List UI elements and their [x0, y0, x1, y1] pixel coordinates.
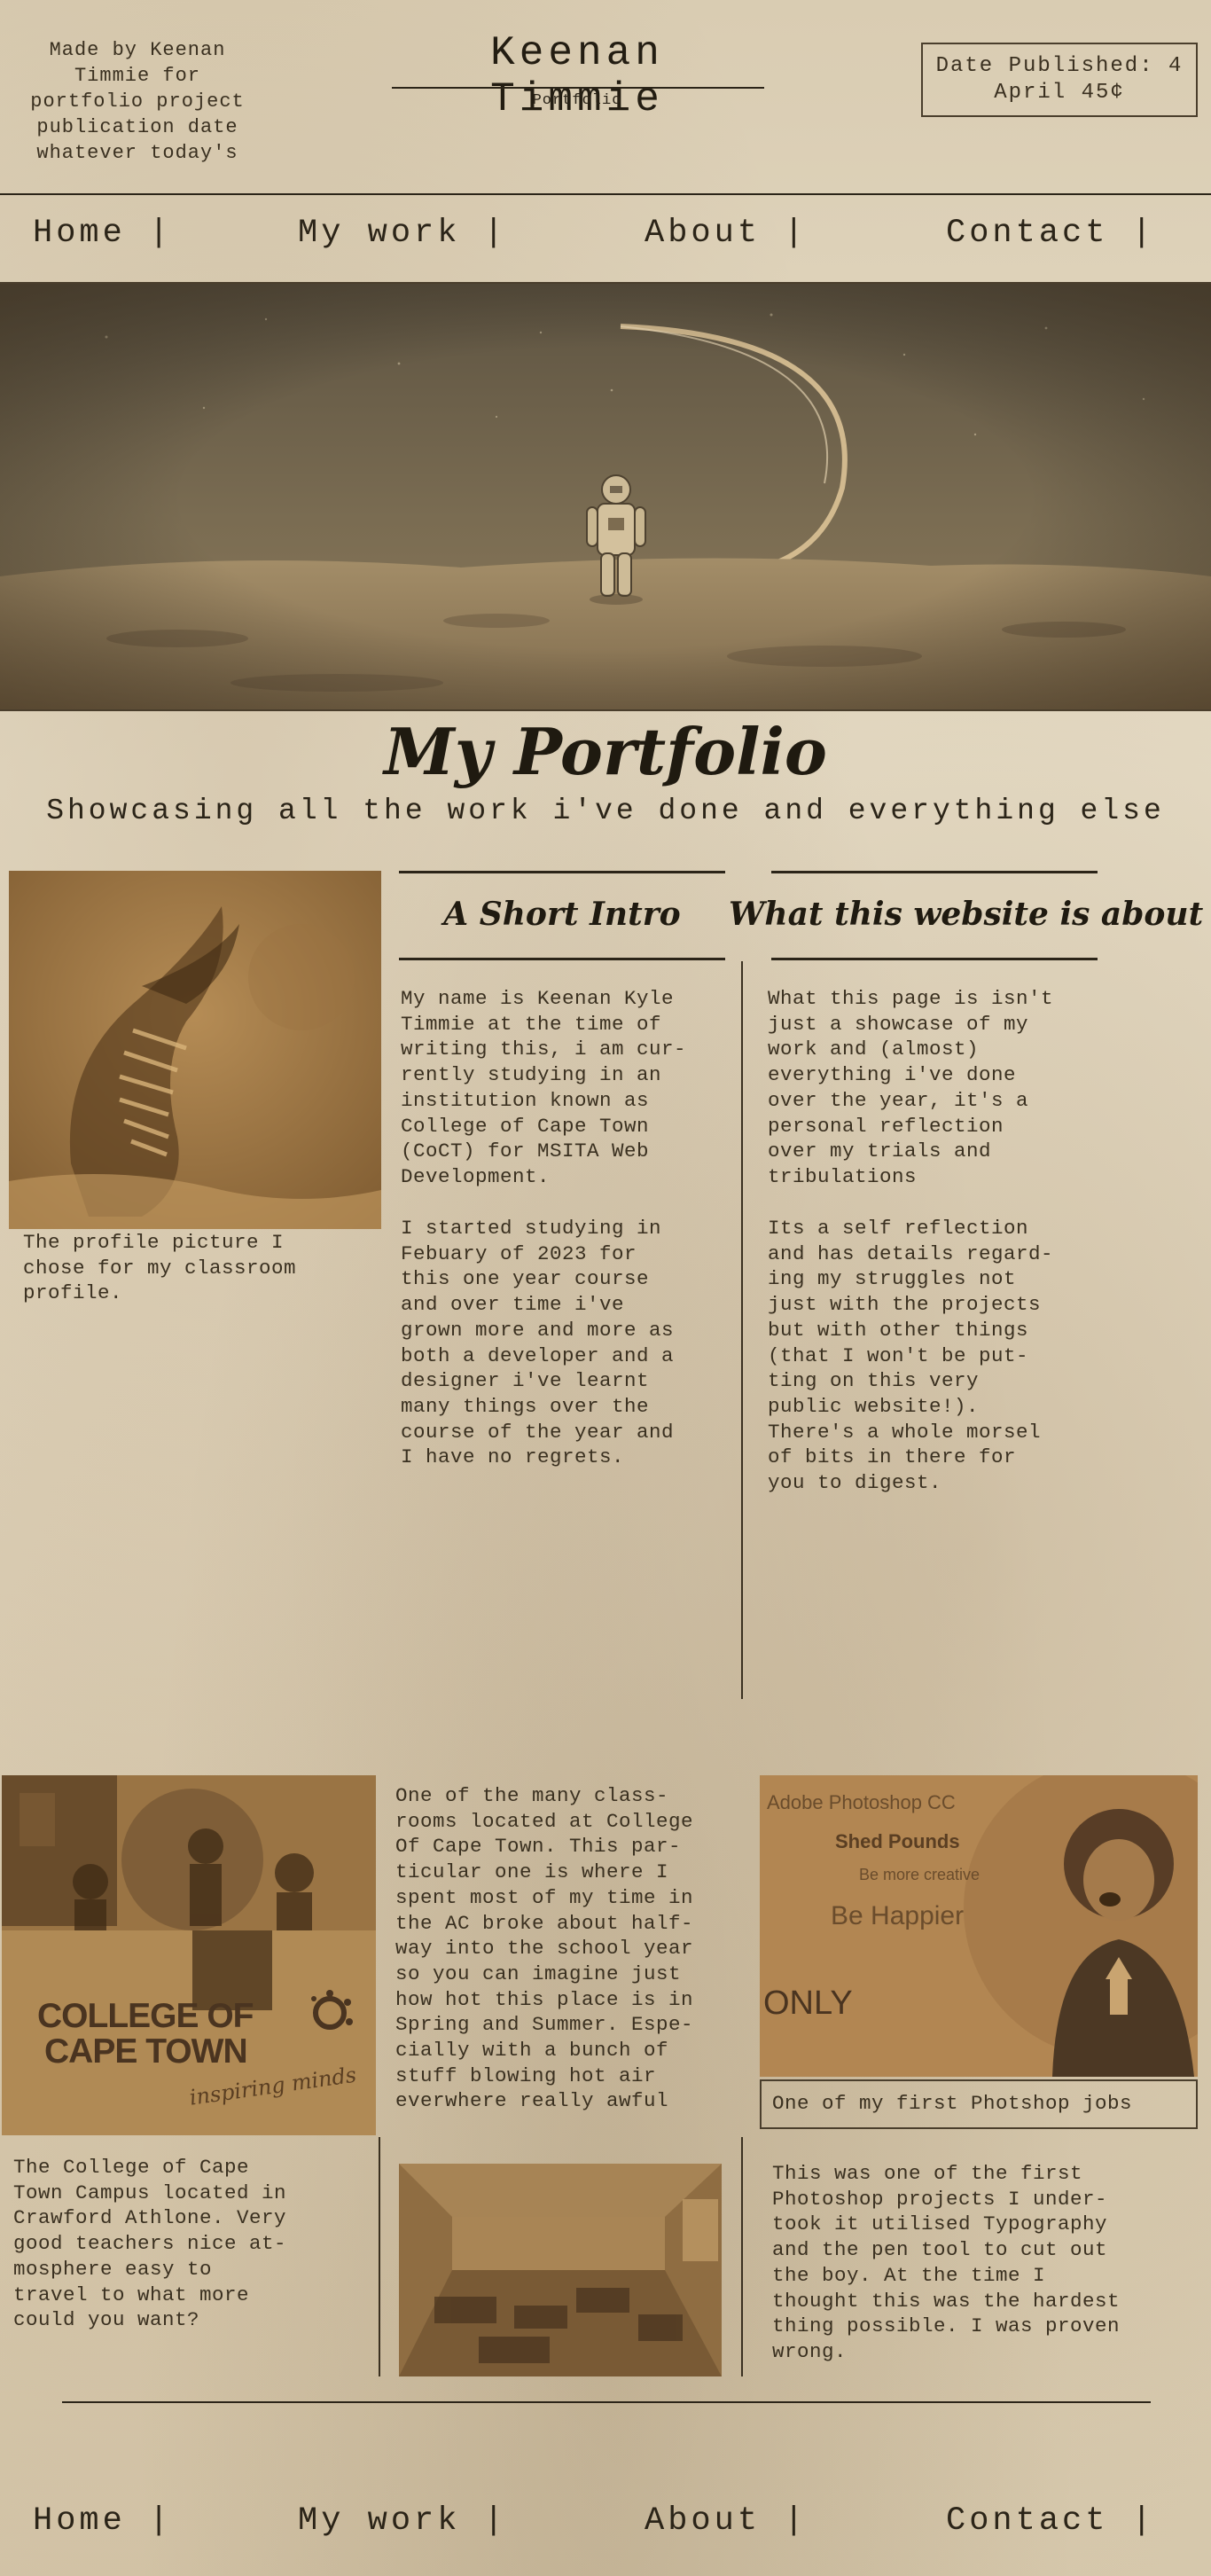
intro-bottom-rule [399, 958, 725, 960]
college-photo: COLLEGE OF CAPE TOWN inspiring minds [2, 1775, 376, 2135]
title-underline [392, 87, 764, 89]
about-site-bottom-rule [771, 958, 1098, 960]
intro-top-rule [399, 871, 725, 873]
about-site-heading: What this website is about [729, 896, 1204, 933]
classroom-illustration [399, 2164, 722, 2376]
footer-home-link[interactable]: Home | [33, 2502, 172, 2540]
made-by-note: Made by Keenan Timmie for portfolio proj… [30, 39, 245, 164]
site-subtitle: Portfolio [532, 92, 622, 109]
lower-divider-left [379, 2137, 380, 2376]
poster-line-3: Be more creative [859, 1866, 981, 1883]
profile-caption: The profile picture I chose for my class… [23, 1231, 297, 1305]
photoshop-background [760, 1775, 1198, 2077]
poster-line-4: Be Happier [831, 1901, 965, 1930]
hero-illustration [0, 284, 1211, 709]
footer-contact-link[interactable]: Contact | [946, 2502, 1155, 2540]
about-site-paragraph-2: Its a self reflection and has details re… [768, 1217, 1054, 1495]
classroom-photo [399, 2164, 722, 2376]
photoshop-poster: Adobe Photoshop CC Shed Pounds Be more c… [760, 1775, 1198, 2077]
hero-astronaut-image [0, 282, 1211, 711]
portfolio-heading: My Portfolio [384, 714, 827, 789]
nav-home-link[interactable]: Home | [33, 215, 172, 252]
about-site-top-rule [771, 871, 1098, 873]
column-divider [741, 961, 743, 1699]
intro-paragraph-2: I started studying in Febuary of 2023 fo… [401, 1217, 675, 1469]
photoshop-caption-box: One of my first Photshop jobs [760, 2079, 1198, 2129]
college-caption: The College of Cape Town Campus located … [13, 2156, 287, 2332]
classroom-text: One of the many class- rooms located at … [395, 1784, 694, 2113]
profile-picture [9, 871, 381, 1229]
photoshop-description: This was one of the first Photoshop proj… [772, 2162, 1121, 2363]
intro-paragraph-1: My name is Keenan Kyle Timmie at the tim… [401, 987, 687, 1188]
about-site-paragraph-1: What this page is isn't just a showcase … [768, 987, 1054, 1188]
poster-line-1: Adobe Photoshop CC [767, 1791, 956, 1813]
footer-about-link[interactable]: About | [645, 2502, 807, 2540]
poster-line-2: Shed Pounds [835, 1830, 960, 1852]
intro-heading: A Short Intro [443, 896, 681, 933]
nav-contact-link[interactable]: Contact | [946, 215, 1155, 252]
nav-top-rule [0, 193, 1211, 195]
lower-divider-right [741, 2137, 743, 2376]
date-published-box: Date Published: 4 April 45¢ [921, 43, 1198, 117]
poster-line-5: ONLY [763, 1985, 853, 2022]
college-logo-line-1: COLLEGE OF [37, 1997, 254, 2035]
college-logo-icon [311, 1990, 353, 2030]
college-logo-line-2: CAPE TOWN [44, 2032, 248, 2071]
nav-my-work-link[interactable]: My work | [298, 215, 507, 252]
footer-my-work-link[interactable]: My work | [298, 2502, 507, 2540]
nav-about-link[interactable]: About | [645, 215, 807, 252]
footer-rule [62, 2401, 1151, 2403]
dragon-illustration [9, 871, 381, 1229]
portfolio-subheading: Showcasing all the work i've done and ev… [46, 795, 1165, 827]
photoshop-caption: One of my first Photshop jobs [772, 2092, 1133, 2115]
